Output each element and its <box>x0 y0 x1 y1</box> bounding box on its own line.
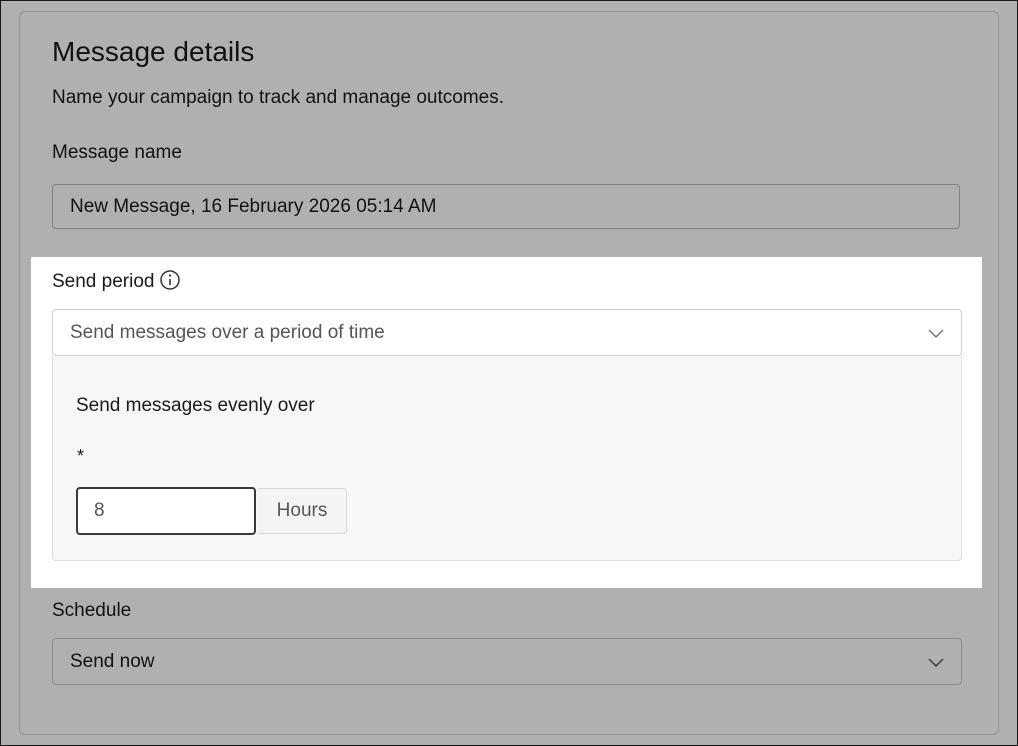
duration-input[interactable] <box>76 487 256 535</box>
info-icon[interactable] <box>159 269 181 291</box>
send-evenly-label: Send messages evenly over <box>76 395 315 416</box>
send-period-selected-value: Send messages over a period of time <box>70 321 385 343</box>
section-title: Message details <box>52 36 255 67</box>
message-name-label: Message name <box>52 142 182 163</box>
schedule-select[interactable]: Send now <box>52 638 962 685</box>
schedule-selected-value: Send now <box>70 650 155 672</box>
send-period-label: Send period <box>52 271 155 292</box>
required-marker: * <box>77 446 85 466</box>
chevron-down-icon <box>928 329 944 339</box>
send-period-options-panel: Send messages evenly over * Hours <box>52 356 962 561</box>
section-subtitle: Name your campaign to track and manage o… <box>52 87 505 108</box>
highlighted-region: Send period Send messages over a period … <box>31 257 982 588</box>
chevron-down-icon <box>928 658 944 668</box>
schedule-label: Schedule <box>52 600 132 621</box>
duration-unit-addon: Hours <box>258 488 347 534</box>
send-period-label-row: Send period <box>52 269 181 293</box>
message-name-input[interactable] <box>52 184 960 229</box>
send-period-select[interactable]: Send messages over a period of time <box>52 309 962 356</box>
